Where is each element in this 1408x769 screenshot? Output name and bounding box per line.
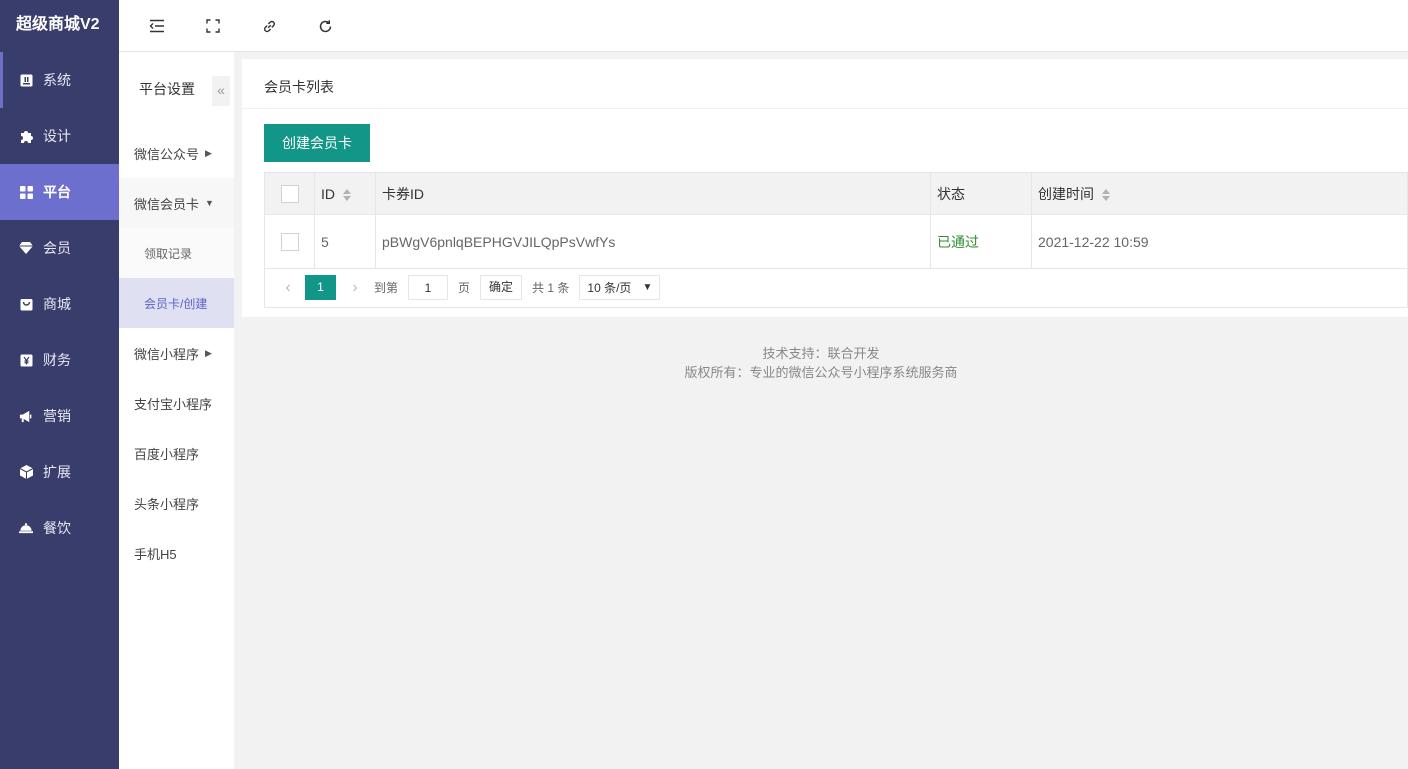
sort-icon[interactable] — [343, 188, 351, 201]
member-card-table: ID 卡券ID 状态 创建时间 5 pBWgV6pnlqBEPHGVJILQpP… — [264, 172, 1408, 269]
footer-support-text: 技术支持：联合开发 — [762, 346, 880, 361]
submenu-item-label: 微信小程序 — [134, 346, 200, 362]
system-icon — [19, 73, 33, 87]
submenu-item-mobile-h5[interactable]: 手机H5 — [119, 528, 234, 578]
submenu-item-claim-records[interactable]: 领取记录 — [119, 228, 234, 278]
header-status: 状态 — [930, 172, 1032, 215]
member-card-list-panel: 会员卡列表 创建会员卡 ID 卡券ID 状态 创建时间 5 pBWgV6pnlq… — [242, 59, 1408, 317]
refresh-icon[interactable] — [313, 14, 337, 38]
goto-prefix-label: 到第 — [374, 281, 399, 295]
top-toolbar — [119, 0, 1408, 52]
cell-created-time: 2021-12-22 10:59 — [1031, 214, 1408, 269]
nav-item-catering[interactable]: 餐饮 — [0, 500, 119, 556]
create-member-card-button[interactable]: 创建会员卡 — [264, 124, 370, 162]
submenu-item-label: 百度小程序 — [134, 446, 200, 462]
sort-icon[interactable] — [1102, 188, 1110, 201]
current-page-button[interactable]: 1 — [305, 275, 336, 300]
nav-item-marketing[interactable]: 营销 — [0, 388, 119, 444]
submenu-item-label: 手机H5 — [134, 546, 177, 562]
nav-item-mall[interactable]: 商城 — [0, 276, 119, 332]
puzzle-icon — [19, 129, 33, 143]
submenu-item-label: 会员卡/创建 — [144, 296, 208, 311]
total-count-label: 共 1 条 — [532, 281, 570, 295]
nav-item-member[interactable]: 会员 — [0, 220, 119, 276]
nav-label: 扩展 — [43, 464, 71, 480]
grid-icon — [19, 185, 33, 199]
header-select-all — [264, 172, 315, 215]
collapse-submenu-button[interactable]: « — [212, 76, 230, 106]
cell-card-id: pBWgV6pnlqBEPHGVJILQpPsVwfYs — [375, 214, 931, 269]
row-checkbox[interactable] — [280, 232, 299, 251]
footer-copyright-text: 版权所有：专业的微信公众号小程序系统服务商 — [684, 365, 958, 380]
nav-label: 商城 — [43, 296, 71, 312]
secondary-menu: 平台设置 « 微信公众号 ▶ 微信会员卡 ▼ 领取记录 会员卡/创建 微信小程序 ▶ … — [119, 52, 234, 769]
submenu-item-label: 头条小程序 — [134, 496, 200, 512]
diamond-icon — [19, 241, 33, 255]
nav-label: 平台 — [43, 184, 71, 200]
goto-suffix-label: 页 — [458, 281, 471, 295]
page-footer: 技术支持：联合开发 版权所有：专业的微信公众号小程序系统服务商 — [234, 344, 1408, 382]
shop-icon — [19, 297, 33, 311]
nav-item-design[interactable]: 设计 — [0, 108, 119, 164]
header-created-time[interactable]: 创建时间 — [1031, 172, 1408, 215]
submenu-item-wechat-miniapp[interactable]: 微信小程序 ▶ — [119, 328, 234, 378]
dish-icon — [19, 521, 33, 535]
submenu-item-toutiao-miniapp[interactable]: 头条小程序 — [119, 478, 234, 528]
page-size-select[interactable]: 10 条/页 ▼ — [579, 275, 661, 300]
prev-page-icon[interactable]: ‹ — [277, 279, 299, 297]
nav-label: 设计 — [43, 128, 71, 144]
caret-down-icon: ▼ — [205, 198, 214, 208]
submenu-item-wechat-card[interactable]: 微信会员卡 ▼ — [119, 178, 234, 228]
menu-fold-icon[interactable] — [145, 14, 169, 38]
pagination: ‹ 1 › 到第 页 确定 共 1 条 10 条/页 ▼ — [264, 268, 1408, 308]
caret-right-icon: ▶ — [205, 147, 212, 158]
submenu-item-wechat-official[interactable]: 微信公众号 ▶ — [119, 128, 234, 178]
submenu-item-baidu-miniapp[interactable]: 百度小程序 — [119, 428, 234, 478]
nav-item-system[interactable]: 系统 — [0, 52, 119, 108]
link-icon[interactable] — [257, 14, 281, 38]
submenu-item-label: 支付宝小程序 — [134, 396, 213, 412]
dropdown-arrow-icon: ▼ — [642, 282, 653, 293]
select-all-checkbox[interactable] — [280, 184, 299, 203]
megaphone-icon — [19, 409, 33, 423]
submenu-item-label: 领取记录 — [144, 246, 193, 261]
table-row: 5 pBWgV6pnlqBEPHGVJILQpPsVwfYs 已通过 2021-… — [264, 214, 1408, 269]
fullscreen-icon[interactable] — [201, 14, 225, 38]
header-card-id: 卡券ID — [375, 172, 931, 215]
cell-id: 5 — [314, 214, 376, 269]
goto-confirm-button[interactable]: 确定 — [480, 275, 523, 300]
row-select-cell — [264, 214, 315, 269]
caret-right-icon: ▶ — [205, 347, 212, 358]
next-page-icon[interactable]: › — [344, 279, 366, 297]
submenu-title: 平台设置 — [139, 81, 195, 97]
nav-label: 会员 — [43, 240, 71, 256]
submenu-item-label: 微信公众号 — [134, 146, 200, 162]
header-id[interactable]: ID — [314, 172, 376, 215]
nav-label: 餐饮 — [43, 520, 71, 536]
submenu-item-label: 微信会员卡 — [134, 196, 200, 212]
table-header-row: ID 卡券ID 状态 创建时间 — [264, 172, 1408, 215]
goto-page-input[interactable] — [408, 275, 449, 300]
nav-item-extension[interactable]: 扩展 — [0, 444, 119, 500]
submenu-item-alipay-miniapp[interactable]: 支付宝小程序 — [119, 378, 234, 428]
nav-label: 财务 — [43, 352, 71, 368]
yen-icon — [19, 353, 33, 367]
panel-title: 会员卡列表 — [242, 59, 1408, 109]
submenu-item-card-create[interactable]: 会员卡/创建 — [119, 278, 234, 328]
nav-label: 营销 — [43, 408, 71, 424]
nav-item-platform[interactable]: 平台 — [0, 164, 119, 220]
cell-status: 已通过 — [930, 214, 1032, 269]
cube-icon — [19, 465, 33, 479]
app-logo: 超级商城V2 — [16, 16, 100, 33]
nav-item-finance[interactable]: 财务 — [0, 332, 119, 388]
nav-label: 系统 — [43, 72, 71, 88]
main-sidebar: 超级商城V2 系统 设计 平台 会员 商城 财务 营销 扩展 餐饮 — [0, 0, 119, 769]
page-size-value: 10 条/页 — [587, 281, 632, 295]
